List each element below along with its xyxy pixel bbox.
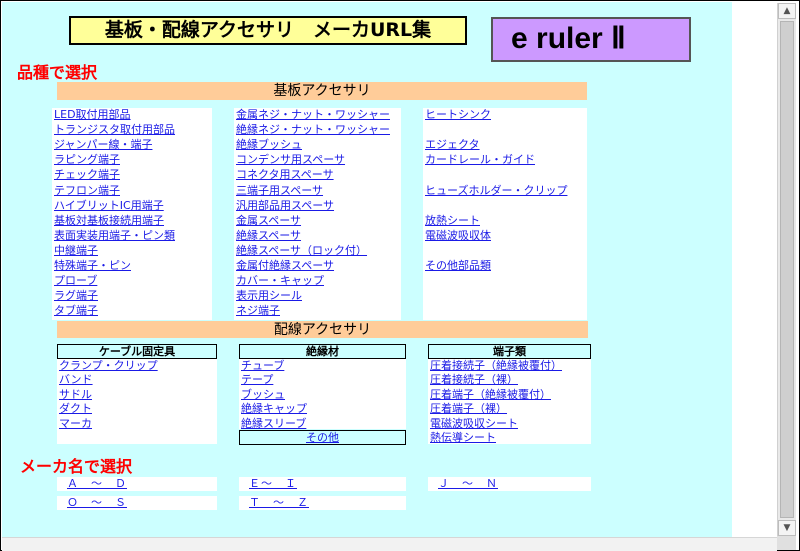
board-item-link[interactable]: 絶縁ネジ・ナット・ワッシャー [236,123,390,137]
board-item-link[interactable]: ラピング端子 [54,153,120,167]
browser-frame: 基板・配線アクセサリ メーカURL集 e ruler Ⅱ 品種で選択 基板アクセ… [0,0,800,551]
board-accessory-header: 基板アクセサリ [57,82,587,100]
board-item-link[interactable]: その他部品類 [425,259,491,273]
page-title: 基板・配線アクセサリ メーカURL集 [69,16,467,45]
board-item-link[interactable]: 汎用部品用スペーサ [236,199,334,213]
cable-item-link[interactable]: ダクト [59,402,92,416]
board-item-link[interactable]: 基板対基板接続用端子 [54,214,164,228]
insulation-header: 絶縁材 [239,344,406,359]
board-item-link[interactable]: ジャンパー線・端子 [54,138,152,152]
board-column-2: 金属ネジ・ナット・ワッシャー 絶縁ネジ・ナット・ワッシャー 絶縁ブッシュ コンデンサ用… [234,108,401,320]
board-item-link[interactable]: ハイブリットIC用端子 [54,199,164,213]
board-item-link[interactable]: カードレール・ガイド [425,153,535,167]
terminal-item-link[interactable]: 熱伝導シート [430,431,496,445]
wiring-accessory-header: 配線アクセサリ [57,321,588,338]
board-item-link[interactable]: 電磁波吸収体 [425,229,491,243]
scrollbar-thumb[interactable] [780,21,794,518]
terminal-item-link[interactable]: 圧着接続子（裸） [430,373,518,387]
cable-fixture-list: クランプ・クリップ バンド サドル ダクト マーカ [57,359,217,444]
cable-item-link[interactable]: バンド [59,373,93,387]
terminal-list: 圧着接続子（絶縁被覆付） 圧着接続子（裸） 圧着端子（絶縁被覆付） 圧着端子（裸） 電磁… [428,359,591,444]
board-column-3: ヒートシンク エジェクタ カードレール・ガイドヒューズホルダー・クリップ 放熱シート電… [423,108,587,320]
scroll-down-icon[interactable]: ▼ [778,520,796,536]
board-item-link[interactable]: エジェクタ [425,138,480,152]
board-item-link[interactable]: 金属ネジ・ナット・ワッシャー [236,108,390,122]
board-item-link[interactable]: コネクタ用スペーサ [236,168,334,182]
board-item-link[interactable]: プローブ [54,274,97,288]
board-item-link[interactable]: 金属スペーサ [236,214,301,228]
insulation-item-link[interactable]: チューブ [241,359,284,373]
insulation-item-link[interactable]: 絶縁キャップ [241,402,307,416]
board-item-link[interactable]: ヒートシンク [425,108,491,122]
insulation-other-link[interactable]: その他 [239,430,406,445]
maker-link-a-d[interactable]: Ａ ～ Ｄ [57,477,217,491]
vertical-scrollbar[interactable]: ▲ ▼ [777,3,796,536]
board-item-link[interactable]: トランジスタ取付用部品 [54,123,175,137]
terminal-item-link[interactable]: 圧着接続子（絶縁被覆付） [430,359,562,373]
board-item-link[interactable]: 絶縁ブッシュ [236,138,302,152]
insulation-item-link[interactable]: テープ [241,373,273,387]
status-bar [2,537,777,551]
insulation-item-link[interactable]: ブッシュ [241,388,285,402]
terminal-item-link[interactable]: 電磁波吸収シート [430,417,518,431]
board-item-link[interactable]: 特殊端子・ピン [54,259,131,273]
board-item-link[interactable]: 放熱シート [425,214,480,228]
board-item-link[interactable]: ラグ端子 [54,289,98,303]
maker-link-j-n[interactable]: Ｊ ～ Ｎ [428,477,591,491]
cable-fixture-header: ケーブル固定具 [57,344,217,359]
board-column-1: LED取付用部品 トランジスタ取付用部品 ジャンパー線・端子 ラピング端子 チェック端子… [52,108,212,320]
insulation-item-link[interactable]: 絶縁スリーブ [241,417,306,431]
board-item-link[interactable]: 絶縁スペーサ [236,229,301,243]
board-item-link[interactable]: 三端子用スペーサ [236,184,323,198]
maker-link-o-s[interactable]: Ｏ ～ Ｓ [57,496,217,510]
terminal-header: 端子類 [428,344,591,359]
terminal-item-link[interactable]: 圧着端子（裸） [430,402,507,416]
cable-item-link[interactable]: サドル [59,388,92,402]
board-item-link[interactable]: 金属付絶縁スペーサ [236,259,334,273]
board-item-link[interactable]: 表面実装用端子・ピン類 [54,229,175,243]
insulation-list: チューブ テープ ブッシュ 絶縁キャップ 絶縁スリーブ [239,359,406,431]
maker-link-t-z[interactable]: Ｔ ～ Ｚ [239,496,406,510]
board-item-link[interactable]: テフロン端子 [54,184,120,198]
board-item-link[interactable]: LED取付用部品 [54,108,131,122]
board-item-link[interactable]: カバー・キャップ [236,274,324,288]
cable-item-link[interactable]: マーカ [59,417,92,431]
board-item-link[interactable]: 絶縁スペーサ（ロック付） [236,244,367,258]
board-item-link[interactable]: チェック端子 [54,168,120,182]
board-item-link[interactable]: ネジ端子 [236,304,280,318]
scroll-up-icon[interactable]: ▲ [778,3,796,19]
board-item-link[interactable]: タブ端子 [54,304,98,318]
scrollbar-corner [777,536,796,550]
board-item-link[interactable]: 中継端子 [54,244,98,258]
terminal-item-link[interactable]: 圧着端子（絶縁被覆付） [430,388,551,402]
page-content: 基板・配線アクセサリ メーカURL集 e ruler Ⅱ 品種で選択 基板アクセ… [2,2,732,537]
board-item-link[interactable]: 表示用シール [236,289,302,303]
board-item-link[interactable]: コンデンサ用スペーサ [236,153,345,167]
maker-link-e-i[interactable]: Ｅ～ Ｉ [239,477,406,491]
cable-item-link[interactable]: クランプ・クリップ [59,359,158,373]
board-item-link[interactable]: ヒューズホルダー・クリップ [425,184,567,198]
section-heading-maker: メーカ名で選択 [20,457,133,476]
e-ruler-logo[interactable]: e ruler Ⅱ [491,17,691,62]
section-heading-category: 品種で選択 [17,63,98,82]
